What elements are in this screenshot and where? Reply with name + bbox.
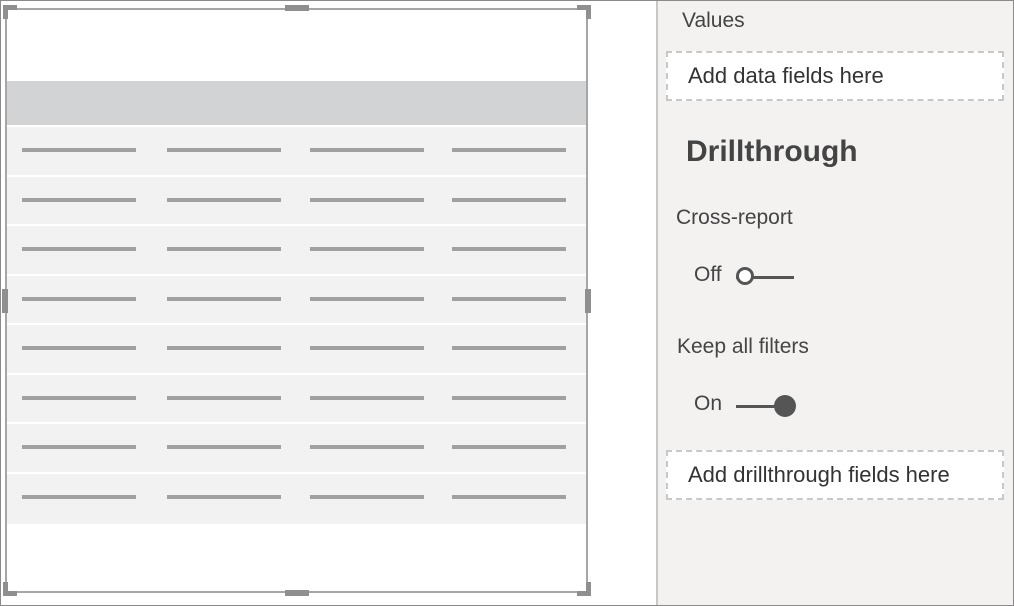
- resize-handle-left[interactable]: [2, 289, 8, 313]
- table-cell-placeholder: [310, 296, 424, 301]
- table-row: [7, 422, 586, 472]
- table-row: [7, 372, 586, 422]
- resize-handle-bottom[interactable]: [285, 590, 309, 596]
- table-cell-placeholder: [167, 247, 281, 251]
- table-cell-placeholder: [167, 197, 281, 202]
- resize-handle-top-left[interactable]: [3, 5, 17, 19]
- toggle-knob-on-icon: [774, 395, 796, 417]
- table-cell-placeholder: [452, 296, 566, 301]
- table-cell-placeholder: [167, 494, 281, 499]
- table-cell-placeholder: [452, 346, 566, 350]
- values-label: Values: [682, 9, 745, 32]
- resize-handle-bottom-left[interactable]: [3, 582, 17, 596]
- table-row: [7, 125, 586, 175]
- table-cell-placeholder: [22, 197, 136, 202]
- drillthrough-drop-well[interactable]: Add drillthrough fields here: [666, 450, 1004, 500]
- table-cell-placeholder: [452, 494, 566, 499]
- table-cell-placeholder: [310, 197, 424, 202]
- report-canvas: [1, 1, 657, 605]
- keep-all-filters-toggle[interactable]: On: [694, 386, 834, 426]
- table-row: [7, 224, 586, 274]
- table-cell-placeholder: [452, 247, 566, 251]
- table-cell-placeholder: [310, 247, 424, 251]
- table-cell-placeholder: [452, 445, 566, 449]
- cross-report-label: Cross-report: [676, 206, 793, 229]
- table-cell-placeholder: [452, 148, 566, 152]
- table-cell-placeholder: [167, 445, 281, 449]
- table-cell-placeholder: [22, 494, 136, 499]
- table-cell-placeholder: [22, 395, 136, 400]
- table-cell-placeholder: [22, 148, 136, 152]
- fields-pane: Values Add data fields here Drillthrough…: [656, 1, 1013, 605]
- resize-handle-right[interactable]: [585, 289, 591, 313]
- table-cell-placeholder: [452, 395, 566, 400]
- resize-handle-top[interactable]: [285, 5, 309, 11]
- table-cell-placeholder: [22, 247, 136, 251]
- drillthrough-title: Drillthrough: [686, 135, 858, 168]
- table-cell-placeholder: [310, 346, 424, 350]
- table-row: [7, 174, 586, 224]
- resize-handle-bottom-right[interactable]: [577, 582, 591, 596]
- table-cell-placeholder: [167, 148, 281, 152]
- table-header: [7, 81, 586, 125]
- table-cell-placeholder: [22, 445, 136, 449]
- table-cell-placeholder: [167, 296, 281, 301]
- keep-all-filters-label: Keep all filters: [677, 335, 809, 358]
- window: Values Add data fields here Drillthrough…: [0, 0, 1014, 606]
- table-row: [7, 323, 586, 373]
- table-cell-placeholder: [22, 346, 136, 350]
- table-cell-placeholder: [167, 346, 281, 350]
- toggle-knob-off-icon: [736, 267, 754, 285]
- table-cell-placeholder: [310, 148, 424, 152]
- cross-report-state: Off: [694, 263, 722, 286]
- table-row: [7, 273, 586, 323]
- values-drop-well[interactable]: Add data fields here: [666, 51, 1004, 101]
- table-visual[interactable]: [5, 8, 588, 593]
- table-cell-placeholder: [167, 395, 281, 400]
- table-cell-placeholder: [310, 494, 424, 499]
- resize-handle-top-right[interactable]: [577, 5, 591, 19]
- table-cell-placeholder: [452, 197, 566, 202]
- table-cell-placeholder: [310, 445, 424, 449]
- keep-all-filters-state: On: [694, 392, 723, 415]
- table-cell-placeholder: [22, 296, 136, 301]
- table-cell-placeholder: [310, 395, 424, 400]
- table-row: [7, 471, 586, 524]
- cross-report-toggle[interactable]: Off: [694, 257, 834, 297]
